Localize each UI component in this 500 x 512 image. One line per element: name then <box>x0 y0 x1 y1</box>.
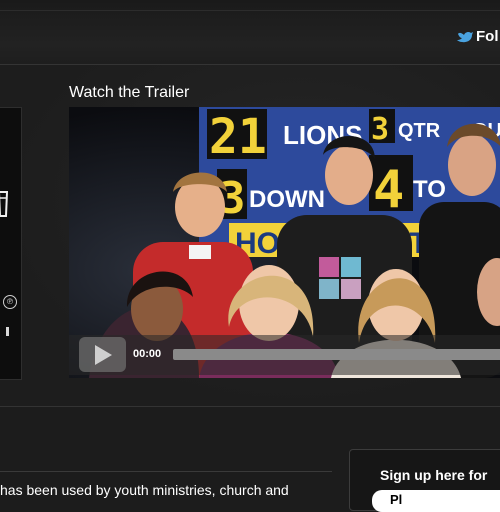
play-button[interactable] <box>79 337 126 372</box>
quarter-number: 3 <box>371 112 389 147</box>
video-player[interactable]: 21 LIONS 3 QTR GU 3 DOWN 4 TO HO E T <box>69 107 500 378</box>
section-divider <box>0 406 500 407</box>
signup-box: Sign up here for Pl <box>349 449 500 512</box>
description-text: has been used by youth ministries, churc… <box>0 482 289 498</box>
follow-link[interactable]: Fol <box>457 28 499 45</box>
top-bar: Fol <box>0 0 500 65</box>
progress-bar[interactable] <box>173 349 500 360</box>
left-side-panel: ℗ <box>0 107 22 380</box>
signup-label: Sign up here for <box>380 467 488 483</box>
phonogram-mark: ℗ <box>3 295 17 309</box>
left-indicator <box>6 327 9 336</box>
twitter-bird-icon <box>457 31 473 42</box>
quarter-label: QTR <box>398 120 441 142</box>
to-label: TO <box>413 176 446 203</box>
signup-input[interactable]: Pl <box>372 490 500 512</box>
video-controls: 00:00 <box>69 335 500 375</box>
top-divider <box>0 10 500 11</box>
score-left-number: 21 <box>209 109 267 165</box>
trailer-heading: Watch the Trailer <box>69 84 190 101</box>
video-time: 00:00 <box>133 348 162 360</box>
cup-icon <box>0 191 8 217</box>
play-icon <box>94 344 112 365</box>
follow-label: Fol <box>476 28 499 45</box>
to-number: 4 <box>373 160 404 220</box>
down-label: DOWN <box>249 186 325 213</box>
content-divider <box>0 471 332 472</box>
